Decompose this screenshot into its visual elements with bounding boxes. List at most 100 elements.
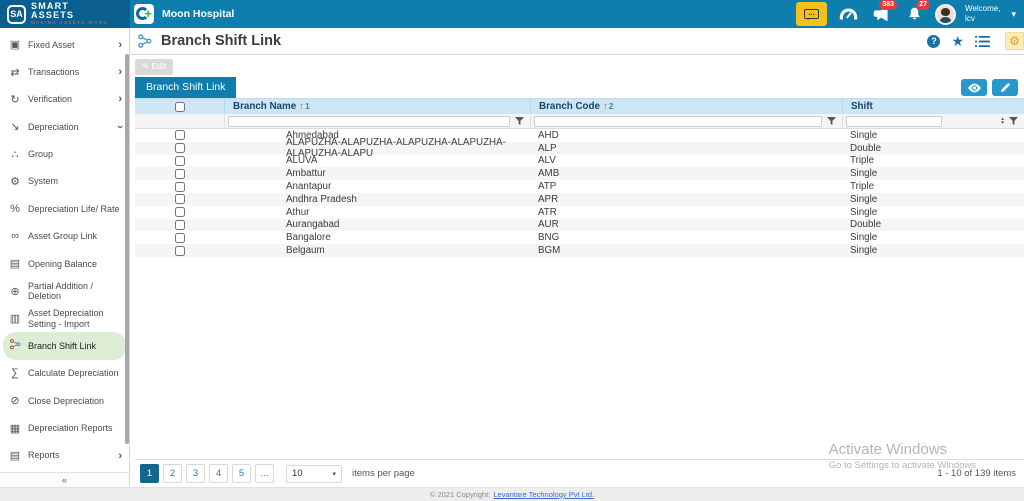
page-button-more[interactable]: ... xyxy=(255,464,274,483)
edit-button[interactable]: ✎ Edit xyxy=(135,59,173,75)
notifications-bell-icon[interactable]: 27 xyxy=(902,2,926,26)
column-header-shift[interactable]: Shift xyxy=(842,99,1024,114)
row-checkbox[interactable] xyxy=(175,246,185,256)
table-row[interactable]: Ahmedabad AHD Single xyxy=(135,129,1024,142)
page-size-select[interactable]: 10 ▾ xyxy=(286,465,342,483)
topbar-actions: ... 383 27 Welcome, lcv ▾ xyxy=(796,0,1024,28)
row-checkbox[interactable] xyxy=(175,207,185,217)
sidebar-item-verification[interactable]: ↻ Verification › xyxy=(0,86,129,113)
select-all-checkbox[interactable] xyxy=(175,102,185,112)
branch-name-filter-input[interactable] xyxy=(228,116,510,127)
branch-name-cell: Andhra Pradesh xyxy=(224,193,530,206)
chat-button[interactable]: ... xyxy=(796,2,827,26)
page-button-1[interactable]: 1 xyxy=(140,464,159,483)
branch-code-filter-cell xyxy=(530,114,842,128)
sidebar-item-calculate-depreciation[interactable]: ∑ Calculate Depreciation xyxy=(0,360,129,387)
branch-name-filter-icon[interactable] xyxy=(513,117,526,126)
sidebar-item-group[interactable]: ∴ Group xyxy=(0,141,129,168)
page-button-3[interactable]: 3 xyxy=(186,464,205,483)
column-header-branch-code[interactable]: Branch Code ↑ 2 xyxy=(530,99,842,114)
row-checkbox[interactable] xyxy=(175,169,185,179)
sidebar-scrollbar[interactable] xyxy=(125,54,129,444)
sidebar-item-partial-addition-deletion[interactable]: ⊕ Partial Addition / Deletion xyxy=(0,278,129,305)
table-row[interactable]: ALAPUZHA-ALAPUZHA-ALAPUZHA-ALAPUZHA-ALAP… xyxy=(135,142,1024,155)
organization: + Moon Hospital xyxy=(134,4,234,24)
branch-code-filter-input[interactable] xyxy=(534,116,822,127)
spinner-down-icon[interactable]: ▾ xyxy=(1001,121,1004,125)
view-button[interactable] xyxy=(961,79,987,96)
system-icon: ⚙ xyxy=(8,175,22,188)
edit-grid-button[interactable] xyxy=(992,79,1018,96)
favorite-star-icon[interactable]: ★ xyxy=(951,33,964,50)
list-menu-icon[interactable] xyxy=(975,35,990,48)
user-avatar[interactable] xyxy=(935,4,956,25)
table-row[interactable]: Anantapur ATP Triple xyxy=(135,180,1024,193)
help-icon[interactable]: ? xyxy=(927,35,940,48)
table-row[interactable]: Aurangabad AUR Double xyxy=(135,219,1024,232)
sidebar-item-depreciation-life-rate[interactable]: % Depreciation Life/ Rate xyxy=(0,195,129,222)
table-row[interactable]: Andhra Pradesh APR Single xyxy=(135,193,1024,206)
sidebar-item-opening-balance[interactable]: ▤ Opening Balance xyxy=(0,250,129,277)
row-checkbox[interactable] xyxy=(175,156,185,166)
table-row[interactable]: Bangalore BNG Single xyxy=(135,231,1024,244)
shift-spinner[interactable]: ▴ ▾ xyxy=(1001,117,1004,125)
shift-filter-input[interactable] xyxy=(846,116,942,127)
items-per-page-label: items per page xyxy=(352,468,415,479)
branch-name-cell: Belgaum xyxy=(224,244,530,257)
branch-code-cell: ALP xyxy=(530,142,842,155)
sidebar-item-close-depreciation[interactable]: ⊘ Close Depreciation xyxy=(0,387,129,414)
shift-cell: Triple xyxy=(842,155,1024,168)
row-checkbox[interactable] xyxy=(175,220,185,230)
welcome-line1: Welcome, xyxy=(965,4,1000,14)
branch-name-cell: Bangalore xyxy=(224,231,530,244)
sidebar-collapse-button[interactable]: « xyxy=(0,472,129,487)
branch-name-cell: Aurangabad xyxy=(224,219,530,232)
announcements-icon[interactable]: 383 xyxy=(869,2,893,26)
shift-filter-icon[interactable] xyxy=(1007,117,1020,126)
branch-code-cell: AMB xyxy=(530,167,842,180)
sidebar-item-asset-group-link[interactable]: ∞ Asset Group Link xyxy=(0,223,129,250)
branch-code-cell: APR xyxy=(530,193,842,206)
table-row[interactable]: Ambattur AMB Single xyxy=(135,167,1024,180)
edit-button-label: Edit xyxy=(152,61,167,71)
table-row[interactable]: ALUVA ALV Triple xyxy=(135,155,1024,168)
sidebar-item-fixed-asset[interactable]: ▣ Fixed Asset › xyxy=(0,31,129,58)
asset-group-link-icon: ∞ xyxy=(8,230,22,242)
sidebar-item-asset-depreciation-setting-import[interactable]: ▥ Asset Depreciation Setting - Import xyxy=(0,305,129,332)
page-header-actions: ? ★ ⚙ xyxy=(927,32,1024,50)
row-checkbox[interactable] xyxy=(175,194,185,204)
sidebar-item-label: Asset Depreciation Setting - Import xyxy=(28,308,122,329)
row-checkbox[interactable] xyxy=(175,182,185,192)
shift-cell: Double xyxy=(842,142,1024,155)
org-logo-cross: + xyxy=(144,6,152,21)
chevron-right-icon: › xyxy=(118,450,122,462)
sidebar-item-reports[interactable]: ▤ Reports › xyxy=(0,442,129,469)
table-row[interactable]: Belgaum BGM Single xyxy=(135,244,1024,257)
column-header-branch-name[interactable]: Branch Name ↑ 1 xyxy=(224,99,530,114)
branch-code-filter-icon[interactable] xyxy=(825,117,838,126)
dashboard-gauge-icon[interactable] xyxy=(836,2,860,26)
table-row[interactable]: Athur ATR Single xyxy=(135,206,1024,219)
page-button-2[interactable]: 2 xyxy=(163,464,182,483)
sidebar-item-system[interactable]: ⚙ System xyxy=(0,168,129,195)
user-menu-caret-icon[interactable]: ▾ xyxy=(1011,9,1016,20)
page-button-4[interactable]: 4 xyxy=(209,464,228,483)
sidebar-item-depreciation[interactable]: ↘ Depreciation › xyxy=(0,113,129,140)
row-checkbox[interactable] xyxy=(175,130,185,140)
sidebar-item-label: Depreciation Reports xyxy=(28,423,122,433)
sidebar-item-depreciation-reports[interactable]: ▦ Depreciation Reports xyxy=(0,414,129,441)
branch-name-filter-cell xyxy=(224,114,530,128)
sidebar-item-branch-shift-link[interactable]: Branch Shift Link xyxy=(3,332,126,359)
sidebar-item-label: Reports xyxy=(28,450,112,460)
branch-name-cell: Athur xyxy=(224,206,530,219)
tab-branch-shift-link[interactable]: Branch Shift Link xyxy=(135,77,236,98)
sidebar-item-label: Group xyxy=(28,149,122,159)
page-button-5[interactable]: 5 xyxy=(232,464,251,483)
row-checkbox[interactable] xyxy=(175,233,185,243)
settings-gear-icon[interactable]: ⚙ xyxy=(1005,32,1024,50)
pagination-bar: 1 2 3 4 5 ... 10 ▾ items per page 1 - 10… xyxy=(135,459,1024,487)
brand-logo-block[interactable]: SA SMART ASSETS MAKING ASSETS WORK xyxy=(0,0,130,28)
row-checkbox[interactable] xyxy=(175,143,185,153)
company-link[interactable]: Levantare Technology Pvt Ltd. xyxy=(493,490,594,499)
sidebar-item-transactions[interactable]: ⇄ Transactions › xyxy=(0,58,129,85)
